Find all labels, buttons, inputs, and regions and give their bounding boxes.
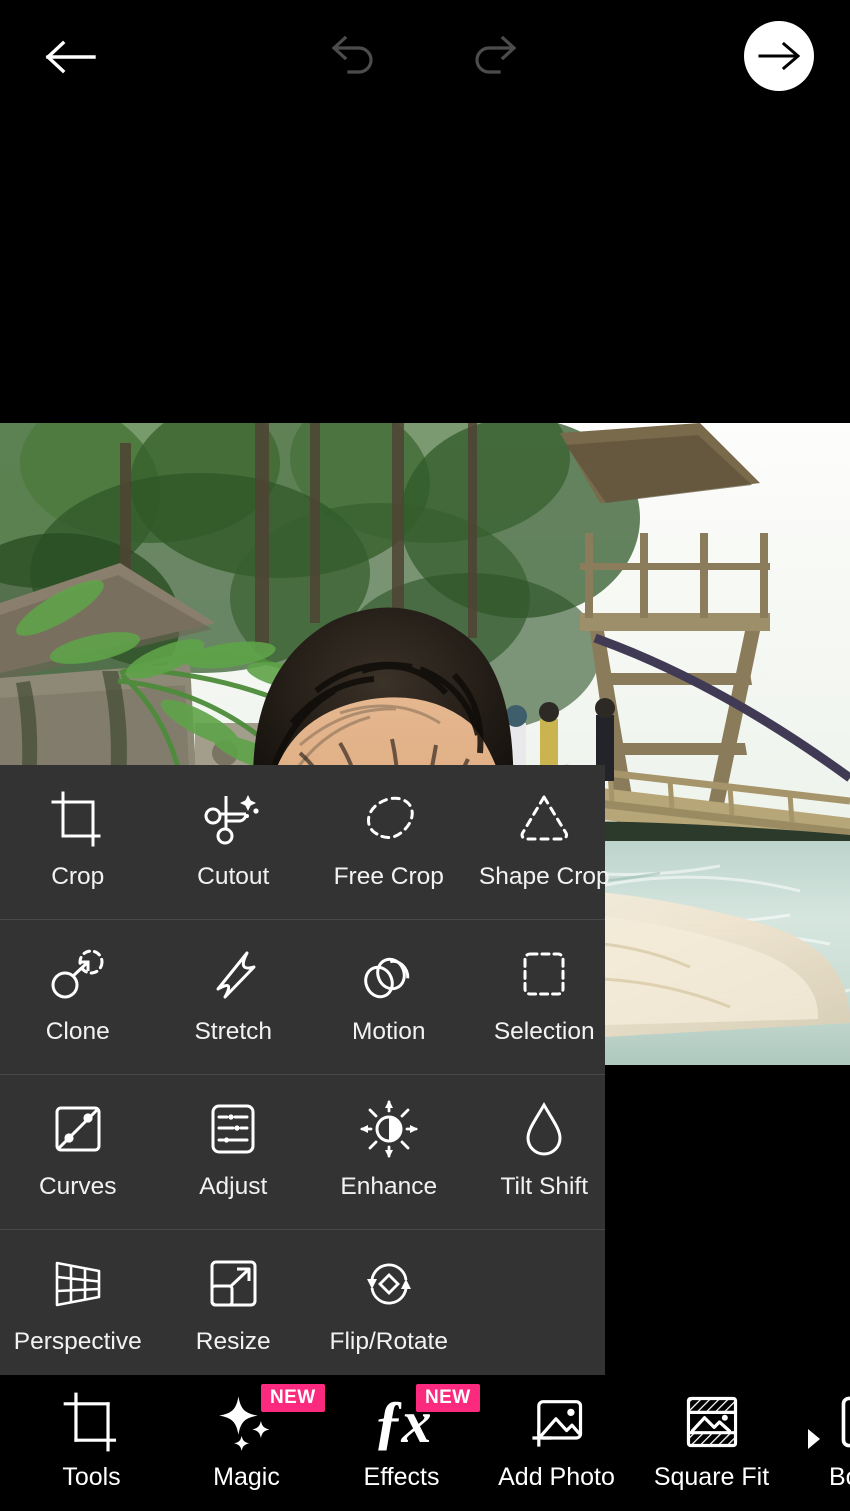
clone-stamp-icon: [46, 942, 110, 1006]
brightness-icon: [357, 1097, 421, 1161]
tools-row-1: Crop Cutout Free Crop Shape Crop: [0, 765, 610, 920]
nav-item-effects[interactable]: NEW ƒx Effects: [324, 1375, 480, 1511]
crop-icon: [57, 1389, 127, 1455]
nav-label: Magic: [213, 1463, 280, 1491]
square-fit-icon: [677, 1389, 747, 1455]
redo-arrow-icon: [475, 35, 517, 74]
tool-motion[interactable]: Motion: [311, 920, 467, 1074]
tool-adjust[interactable]: Adjust: [156, 1075, 312, 1229]
nav-label: Tools: [62, 1463, 121, 1491]
curves-icon: [46, 1097, 110, 1161]
tool-empty-slot: [467, 1230, 623, 1375]
tool-label: Tilt Shift: [500, 1173, 589, 1200]
tool-label: Clone: [45, 1018, 110, 1045]
motion-circles-icon: [357, 942, 421, 1006]
border-icon: [832, 1389, 850, 1455]
sliders-icon: [201, 1097, 265, 1161]
tool-curves[interactable]: Curves: [0, 1075, 156, 1229]
bottom-navigation: Tools NEW Magic NEW ƒx Effects Add Photo…: [0, 1375, 850, 1511]
apply-button[interactable]: [744, 21, 814, 91]
tool-free-crop[interactable]: Free Crop: [311, 765, 467, 919]
tools-row-4: Perspective Resize Flip/Rotate: [0, 1230, 605, 1375]
tool-label: Resize: [195, 1328, 271, 1355]
perspective-grid-icon: [46, 1252, 110, 1316]
tool-label: Flip/Rotate: [329, 1328, 448, 1355]
nav-item-tools[interactable]: Tools: [14, 1375, 169, 1511]
tool-selection[interactable]: Selection: [467, 920, 623, 1074]
tool-label: Cutout: [197, 863, 270, 890]
tool-clone[interactable]: Clone: [0, 920, 156, 1074]
tools-panel: Crop Cutout Free Crop Shape Crop Clone S…: [0, 765, 610, 1375]
dashed-rect-icon: [512, 942, 576, 1006]
resize-icon: [201, 1252, 265, 1316]
flip-rotate-icon: [357, 1252, 421, 1316]
tools-row-2: Clone Stretch Motion Selection: [0, 920, 605, 1075]
undo-arrow-icon: [331, 35, 373, 74]
photo-editor-screen: Crop Cutout Free Crop Shape Crop Clone S…: [0, 0, 850, 1511]
nav-label: Square Fit: [653, 1463, 770, 1491]
tool-stretch[interactable]: Stretch: [156, 920, 312, 1074]
tool-label: Crop: [51, 863, 105, 890]
chevron-right-icon[interactable]: [806, 1427, 822, 1456]
tool-resize[interactable]: Resize: [156, 1230, 312, 1375]
bottom-nav-scroller[interactable]: Tools NEW Magic NEW ƒx Effects Add Photo…: [0, 1375, 850, 1511]
tool-tilt-shift[interactable]: Tilt Shift: [467, 1075, 623, 1229]
nav-item-magic[interactable]: NEW Magic: [169, 1375, 325, 1511]
tool-label: Enhance: [340, 1173, 438, 1200]
tool-label: Adjust: [199, 1173, 268, 1200]
tool-cutout[interactable]: Cutout: [156, 765, 312, 919]
tools-row-3: Curves Adjust Enhance Tilt Shift: [0, 1075, 605, 1230]
tool-perspective[interactable]: Perspective: [0, 1230, 156, 1375]
redo-button[interactable]: [460, 22, 530, 92]
tool-label: Motion: [351, 1018, 426, 1045]
undo-button[interactable]: [318, 22, 388, 92]
stretch-icon: [201, 942, 265, 1006]
back-button[interactable]: [36, 22, 106, 92]
tool-label: Stretch: [194, 1018, 273, 1045]
crop-icon: [46, 787, 110, 851]
nav-label: Add Photo: [498, 1463, 615, 1491]
tool-label: Perspective: [13, 1328, 142, 1355]
add-photo-icon: [522, 1389, 592, 1455]
tool-label: Selection: [493, 1018, 595, 1045]
tool-label: Curves: [38, 1173, 117, 1200]
tool-label: Shape Crop: [478, 863, 610, 890]
scissors-sparkle-icon: [201, 787, 265, 851]
nav-item-square-fit[interactable]: Square Fit: [634, 1375, 789, 1511]
nav-label: Border: [828, 1463, 850, 1491]
tool-crop[interactable]: Crop: [0, 765, 156, 919]
droplet-icon: [512, 1097, 576, 1161]
arrow-left-icon: [45, 40, 96, 74]
dashed-triangle-icon: [512, 787, 576, 851]
nav-label: Effects: [363, 1463, 440, 1491]
editor-topbar: [0, 0, 850, 112]
new-badge: NEW: [416, 1384, 480, 1412]
dashed-blob-icon: [357, 787, 421, 851]
arrow-right-icon: [758, 41, 801, 71]
nav-item-add-photo[interactable]: Add Photo: [479, 1375, 634, 1511]
tool-flip-rotate[interactable]: Flip/Rotate: [311, 1230, 467, 1375]
tool-enhance[interactable]: Enhance: [311, 1075, 467, 1229]
tool-label: Free Crop: [333, 863, 444, 890]
tool-shape-crop[interactable]: Shape Crop: [467, 765, 623, 919]
new-badge: NEW: [261, 1384, 325, 1412]
